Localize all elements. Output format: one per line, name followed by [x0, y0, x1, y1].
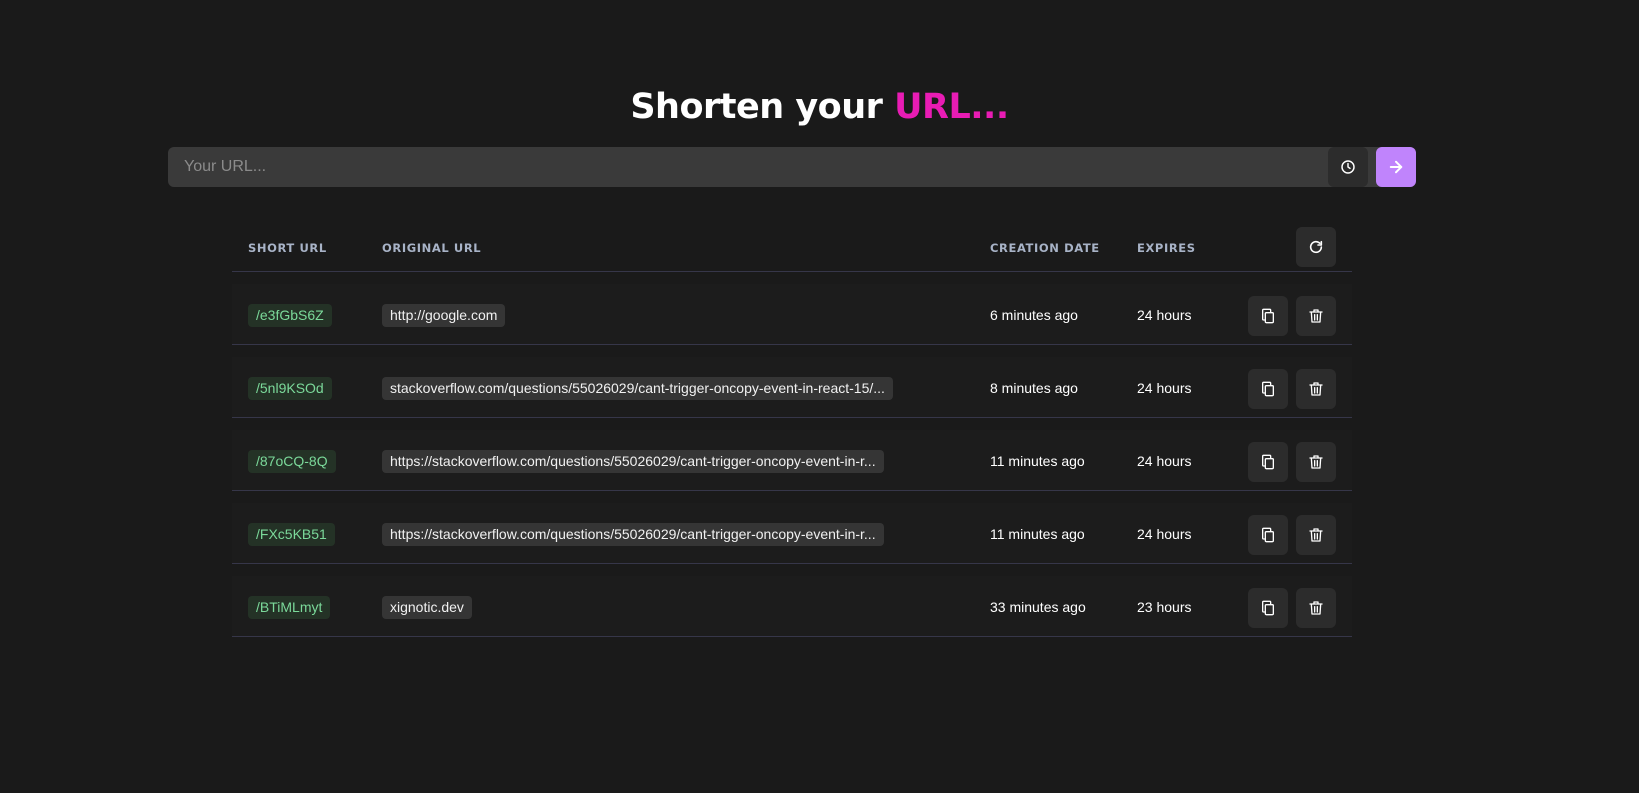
- row-body: /BTiMLmyt xignotic.dev 33 minutes ago 23…: [232, 576, 1352, 637]
- original-url: xignotic.dev: [382, 596, 472, 619]
- creation-date: 11 minutes ago: [990, 526, 1085, 542]
- delete-button[interactable]: [1296, 588, 1336, 628]
- submit-button[interactable]: [1376, 147, 1416, 187]
- creation-date: 11 minutes ago: [990, 453, 1085, 469]
- trash-icon: [1309, 309, 1323, 323]
- short-url-link[interactable]: /5nl9KSOd: [248, 377, 332, 400]
- copy-icon: [1262, 308, 1274, 324]
- trash-icon: [1309, 601, 1323, 615]
- original-url: stackoverflow.com/questions/55026029/can…: [382, 377, 893, 400]
- copy-button[interactable]: [1248, 296, 1288, 336]
- original-url: http://google.com: [382, 304, 506, 327]
- expires: 24 hours: [1137, 380, 1192, 396]
- page-title-accent: URL...: [894, 87, 1009, 127]
- short-url-link[interactable]: /e3fGbS6Z: [248, 304, 332, 327]
- url-input[interactable]: [168, 147, 1416, 187]
- trash-icon: [1309, 455, 1323, 469]
- refresh-button[interactable]: [1296, 227, 1336, 267]
- original-url: https://stackoverflow.com/questions/5502…: [382, 450, 884, 473]
- expires: 24 hours: [1137, 526, 1192, 542]
- history-button[interactable]: [1328, 147, 1368, 187]
- expires: 24 hours: [1137, 307, 1192, 323]
- trash-icon: [1309, 528, 1323, 542]
- row-body: /e3fGbS6Z http://google.com 6 minutes ag…: [232, 284, 1352, 345]
- delete-button[interactable]: [1296, 296, 1336, 336]
- clock-icon: [1341, 160, 1355, 174]
- short-url-link[interactable]: /BTiMLmyt: [248, 596, 331, 619]
- creation-date: 8 minutes ago: [990, 380, 1078, 396]
- copy-icon: [1262, 600, 1274, 616]
- copy-icon: [1262, 454, 1274, 470]
- page: Shorten your URL... SHORT URL ORIGINAL U…: [0, 0, 1639, 793]
- delete-button[interactable]: [1296, 369, 1336, 409]
- column-header-expires: EXPIRES: [1137, 241, 1196, 255]
- copy-button[interactable]: [1248, 442, 1288, 482]
- page-title-main: Shorten your: [630, 87, 895, 127]
- expires: 24 hours: [1137, 453, 1192, 469]
- table-row: /BTiMLmyt xignotic.dev 33 minutes ago 23…: [232, 564, 1352, 637]
- copy-icon: [1262, 381, 1274, 397]
- table-row: /FXc5KB51 https://stackoverflow.com/ques…: [232, 491, 1352, 564]
- row-body: /5nl9KSOd stackoverflow.com/questions/55…: [232, 357, 1352, 418]
- row-body: /87oCQ-8Q https://stackoverflow.com/ques…: [232, 430, 1352, 491]
- column-header-short-url: SHORT URL: [248, 241, 327, 255]
- copy-button[interactable]: [1248, 515, 1288, 555]
- arrow-right-icon: [1389, 160, 1403, 174]
- column-header-original-url: ORIGINAL URL: [382, 241, 482, 255]
- original-url: https://stackoverflow.com/questions/5502…: [382, 523, 884, 546]
- column-header-creation-date: CREATION DATE: [990, 241, 1100, 255]
- short-url-link[interactable]: /FXc5KB51: [248, 523, 335, 546]
- table-header: SHORT URL ORIGINAL URL CREATION DATE EXP…: [232, 227, 1352, 272]
- row-body: /FXc5KB51 https://stackoverflow.com/ques…: [232, 503, 1352, 564]
- trash-icon: [1309, 382, 1323, 396]
- creation-date: 33 minutes ago: [990, 599, 1086, 615]
- short-url-link[interactable]: /87oCQ-8Q: [248, 450, 336, 473]
- expires: 23 hours: [1137, 599, 1192, 615]
- delete-button[interactable]: [1296, 442, 1336, 482]
- copy-icon: [1262, 527, 1274, 543]
- creation-date: 6 minutes ago: [990, 307, 1078, 323]
- refresh-icon: [1309, 240, 1323, 254]
- delete-button[interactable]: [1296, 515, 1336, 555]
- table-row: /5nl9KSOd stackoverflow.com/questions/55…: [232, 345, 1352, 418]
- page-title: Shorten your URL...: [0, 82, 1639, 132]
- copy-button[interactable]: [1248, 588, 1288, 628]
- table-row: /e3fGbS6Z http://google.com 6 minutes ag…: [232, 272, 1352, 345]
- urls-table: SHORT URL ORIGINAL URL CREATION DATE EXP…: [232, 227, 1352, 637]
- copy-button[interactable]: [1248, 369, 1288, 409]
- table-row: /87oCQ-8Q https://stackoverflow.com/ques…: [232, 418, 1352, 491]
